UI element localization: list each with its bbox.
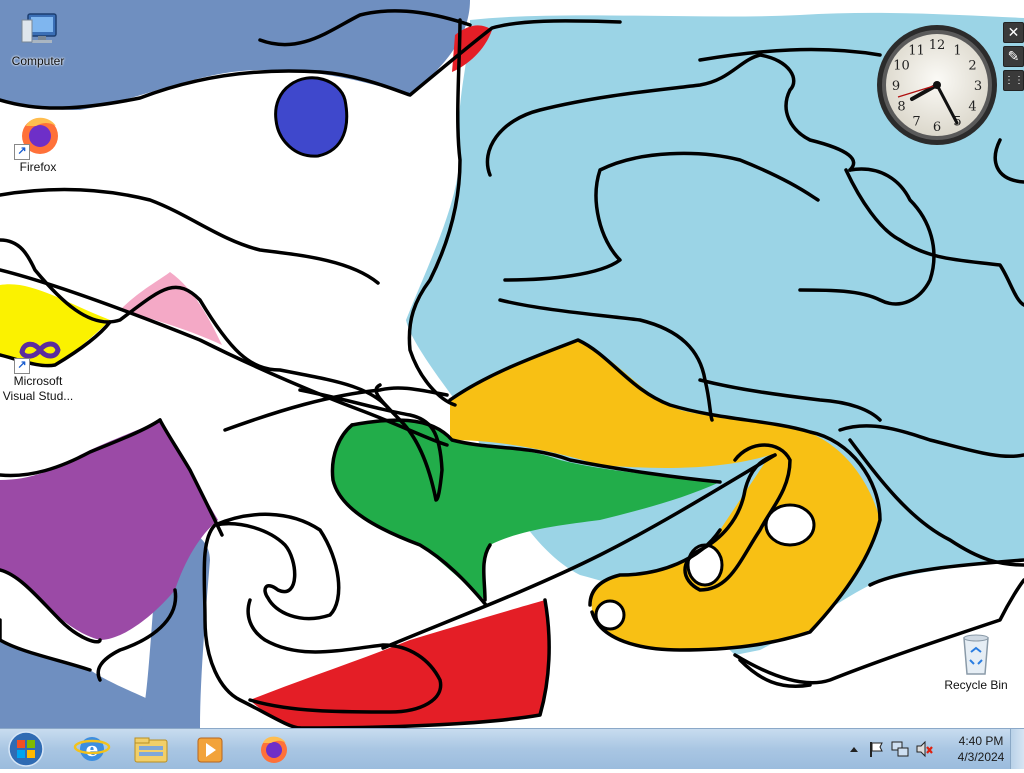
volume-muted-icon[interactable] — [914, 739, 934, 759]
wallpaper-blue-blob — [274, 76, 349, 158]
notification-area: 4:40 PM 4/3/2024 — [836, 729, 1024, 769]
internet-explorer-icon: e — [73, 737, 111, 761]
gadget-toolbar: ✕ ✎ ⋮⋮ — [1003, 22, 1024, 91]
desktop-icon-label: Recycle Bin — [944, 678, 1008, 692]
desktop-icon-label: Firefox — [19, 160, 57, 174]
clock-number: 3 — [974, 79, 982, 94]
clock-date: 4/3/2024 — [957, 750, 1005, 764]
taskbar-media-player[interactable] — [182, 731, 238, 767]
settings-wrench-icon[interactable]: ✎ — [1003, 46, 1024, 67]
clock-number: 6 — [933, 120, 941, 135]
recycle-bin-icon — [952, 630, 1000, 678]
analog-clock-face: 121234567891011 — [877, 25, 997, 145]
clock-number: 10 — [893, 59, 910, 74]
windows-explorer-icon — [134, 737, 168, 763]
desktop-icon-label: Computer — [11, 54, 65, 68]
taskbar-firefox[interactable] — [246, 731, 302, 767]
clock-number: 4 — [968, 100, 976, 115]
taskbar-internet-explorer[interactable]: e — [64, 731, 120, 767]
desktop-icon-recycle-bin[interactable]: Recycle Bin — [936, 630, 1016, 693]
computer-icon — [14, 6, 62, 54]
show-desktop-button[interactable] — [1010, 729, 1024, 769]
network-icon[interactable] — [890, 739, 910, 759]
media-player-icon — [197, 737, 223, 763]
taskbar-clock[interactable]: 4:40 PM 4/3/2024 — [950, 733, 1012, 765]
show-hidden-icons-icon[interactable] — [844, 739, 864, 759]
firefox-icon: ↗ — [14, 112, 62, 160]
drag-handle-icon[interactable]: ⋮⋮ — [1003, 70, 1024, 91]
clock-number: 2 — [968, 59, 976, 74]
clock-number: 12 — [929, 38, 946, 53]
firefox-icon — [261, 736, 287, 763]
clock-number: 11 — [908, 44, 925, 59]
desktop-icon-label: Microsoft Visual Stud... — [2, 374, 74, 403]
desktop-icon-visual-studio[interactable]: ↗ Microsoft Visual Stud... — [0, 326, 76, 404]
clock-number: 8 — [897, 100, 905, 115]
clock-time: 4:40 PM — [958, 734, 1004, 748]
clock-number: 1 — [953, 44, 961, 59]
action-center-flag-icon[interactable] — [866, 739, 886, 759]
visual-studio-icon: ↗ — [14, 326, 62, 374]
taskbar: e 4:40 PM 4/3/2024 — [0, 728, 1024, 769]
shortcut-arrow-icon: ↗ — [14, 358, 30, 374]
clock-number: 7 — [912, 115, 920, 130]
desktop-wallpaper — [0, 0, 1024, 728]
taskbar-windows-explorer[interactable] — [123, 731, 179, 767]
desktop-icon-firefox[interactable]: ↗ Firefox — [0, 112, 76, 175]
start-button[interactable] — [6, 730, 46, 768]
desktop-icon-computer[interactable]: Computer — [0, 6, 76, 69]
close-icon[interactable]: ✕ — [1003, 22, 1024, 43]
shortcut-arrow-icon: ↗ — [14, 144, 30, 160]
clock-number: 9 — [892, 79, 900, 94]
clock-gadget[interactable]: 121234567891011 — [874, 22, 1000, 148]
